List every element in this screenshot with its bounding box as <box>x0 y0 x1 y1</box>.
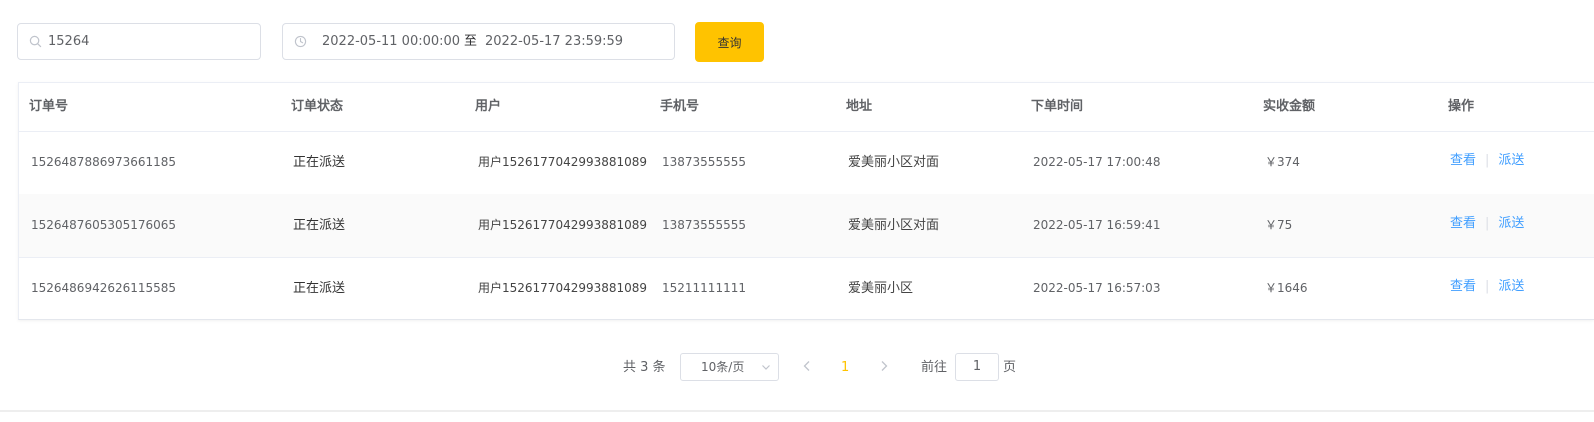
chevron-left-icon[interactable] <box>801 359 813 373</box>
column-header-amount: 实收金额 <box>1263 99 1316 114</box>
chevron-right-icon[interactable] <box>878 359 890 373</box>
goto-page-input[interactable]: 1 <box>955 353 999 381</box>
status-cell: 正在派送 <box>293 281 346 296</box>
phone-cell: 13873555555 <box>662 218 746 232</box>
dispatch-link[interactable]: 派送 <box>1498 216 1524 231</box>
table-row: 1526487605305176065 正在派送 用户1526177042993… <box>19 194 1594 258</box>
address-cell: 爱美丽小区对面 <box>848 155 940 170</box>
table-header: 订单号 订单状态 用户 手机号 地址 下单时间 实收金额 操作 <box>19 83 1594 132</box>
order-no-cell: 1526486942626115585 <box>31 281 177 295</box>
date-range-picker[interactable]: 2022-05-11 00:00:00 至 2022-05-17 23:59:5… <box>282 23 675 60</box>
dispatch-link[interactable]: 派送 <box>1498 279 1524 294</box>
clock-icon <box>294 35 307 48</box>
user-cell: 用户1526177042993881089 <box>478 218 648 232</box>
page-unit-label: 页 <box>1003 360 1017 375</box>
column-header-order-time: 下单时间 <box>1031 99 1084 114</box>
search-value: 15264 <box>48 34 90 49</box>
filter-toolbar: 15264 2022-05-11 00:00:00 至 2022-05-17 2… <box>0 0 1594 80</box>
order-no-cell: 1526487605305176065 <box>31 218 177 232</box>
chevron-down-icon <box>762 365 770 370</box>
actions-cell: 查看 | 派送 <box>1450 257 1524 317</box>
search-icon <box>29 35 42 48</box>
amount-cell: ￥374 <box>1265 155 1300 169</box>
view-link[interactable]: 查看 <box>1450 279 1476 294</box>
order-time-cell: 2022-05-17 17:00:48 <box>1033 155 1161 169</box>
page-size-value: 10条/页 <box>701 360 745 374</box>
address-cell: 爱美丽小区对面 <box>848 218 940 233</box>
column-header-status: 订单状态 <box>291 99 344 114</box>
page-size-select[interactable]: 10条/页 <box>680 353 779 381</box>
table-row: 1526486942626115585 正在派送 用户1526177042993… <box>19 257 1594 320</box>
phone-cell: 15211111111 <box>662 281 746 295</box>
column-header-address: 地址 <box>846 99 873 114</box>
column-header-phone: 手机号 <box>660 99 700 114</box>
address-cell: 爱美丽小区 <box>848 281 914 296</box>
phone-cell: 13873555555 <box>662 155 746 169</box>
view-link[interactable]: 查看 <box>1450 216 1476 231</box>
column-header-order-no: 订单号 <box>29 99 69 114</box>
status-cell: 正在派送 <box>293 218 346 233</box>
actions-cell: 查看 | 派送 <box>1450 194 1524 254</box>
pagination: 共 3 条 10条/页 1 前往 1 页 <box>0 340 1594 392</box>
order-search-input[interactable]: 15264 <box>17 23 261 60</box>
column-header-actions: 操作 <box>1448 99 1475 114</box>
order-no-cell: 1526487886973661185 <box>31 155 177 169</box>
action-divider: | <box>1485 216 1490 231</box>
action-divider: | <box>1485 153 1490 168</box>
goto-label: 前往 <box>921 360 948 375</box>
order-time-cell: 2022-05-17 16:57:03 <box>1033 281 1161 295</box>
dispatch-link[interactable]: 派送 <box>1498 153 1524 168</box>
date-separator: 至 <box>464 34 478 49</box>
query-button[interactable]: 查询 <box>695 22 764 62</box>
amount-cell: ￥1646 <box>1265 281 1308 295</box>
user-cell: 用户1526177042993881089 <box>478 281 648 295</box>
page-number-current[interactable]: 1 <box>841 354 849 381</box>
date-end[interactable]: 2022-05-17 23:59:59 <box>485 24 623 59</box>
order-time-cell: 2022-05-17 16:59:41 <box>1033 218 1161 232</box>
actions-cell: 查看 | 派送 <box>1450 131 1524 191</box>
amount-cell: ￥75 <box>1265 218 1293 232</box>
user-cell: 用户1526177042993881089 <box>478 155 648 169</box>
action-divider: | <box>1485 279 1490 294</box>
view-link[interactable]: 查看 <box>1450 153 1476 168</box>
pagination-total: 共 3 条 <box>623 360 666 375</box>
table-row: 1526487886973661185 正在派送 用户1526177042993… <box>19 131 1594 195</box>
orders-table: 订单号 订单状态 用户 手机号 地址 下单时间 实收金额 操作 15264878… <box>18 82 1594 320</box>
date-start[interactable]: 2022-05-11 00:00:00 <box>322 24 460 59</box>
bottom-divider <box>0 410 1594 412</box>
column-header-user: 用户 <box>475 99 502 114</box>
status-cell: 正在派送 <box>293 155 346 170</box>
